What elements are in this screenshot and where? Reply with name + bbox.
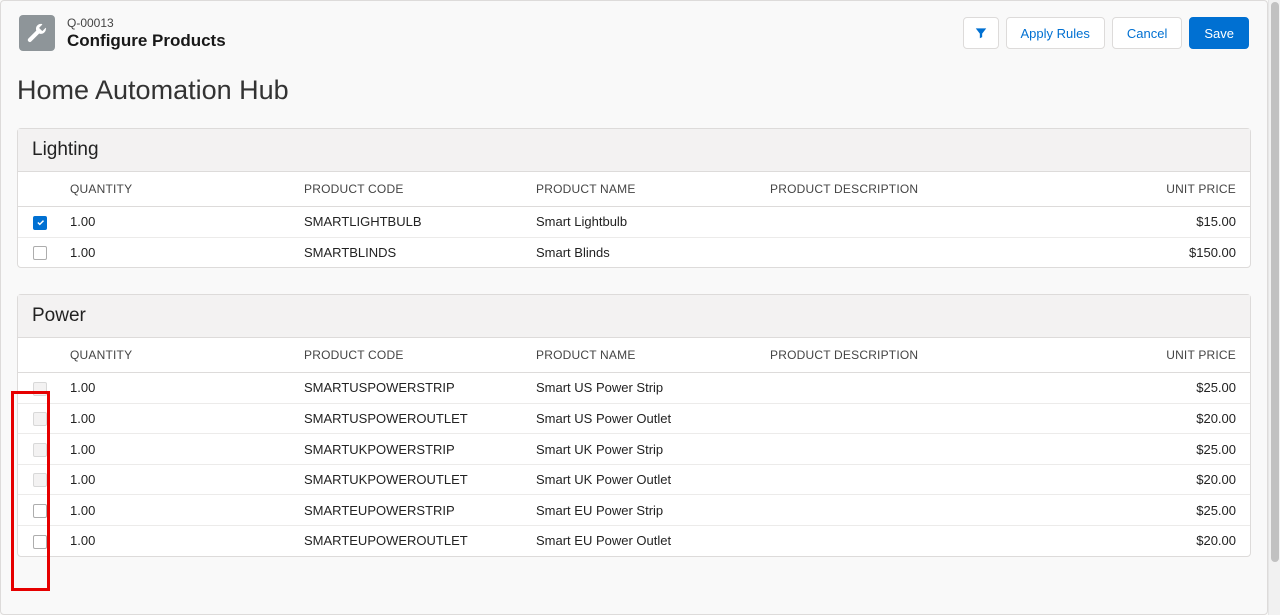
col-header-code: PRODUCT CODE [296, 172, 528, 207]
cell-unit-price: $25.00 [1082, 373, 1250, 404]
row-checkbox[interactable] [33, 216, 47, 230]
cell-product-name: Smart EU Power Strip [528, 495, 762, 526]
scrollbar-thumb[interactable] [1271, 2, 1279, 562]
cell-product-code: SMARTUKPOWERSTRIP [296, 434, 528, 465]
row-checkbox [33, 443, 47, 457]
scrollbar-track[interactable] [1268, 0, 1280, 615]
cell-quantity[interactable]: 1.00 [62, 373, 296, 404]
table-row: 1.00SMARTUKPOWERSTRIPSmart UK Power Stri… [18, 434, 1250, 465]
product-table: QUANTITYPRODUCT CODEPRODUCT NAMEPRODUCT … [18, 172, 1250, 267]
action-bar: Apply Rules Cancel Save [963, 17, 1249, 49]
cell-unit-price: $20.00 [1082, 525, 1250, 555]
table-row: 1.00SMARTBLINDSSmart Blinds $150.00 [18, 237, 1250, 267]
cell-product-name: Smart EU Power Outlet [528, 525, 762, 555]
row-checkbox [33, 412, 47, 426]
cell-product-name: Smart UK Power Outlet [528, 464, 762, 495]
row-checkbox [33, 382, 47, 396]
cell-product-code: SMARTBLINDS [296, 237, 528, 267]
cell-product-desc [762, 434, 1082, 465]
row-checkbox[interactable] [33, 535, 47, 549]
funnel-icon [974, 26, 988, 40]
cell-unit-price: $25.00 [1082, 495, 1250, 526]
cell-product-desc [762, 525, 1082, 555]
cell-product-desc [762, 237, 1082, 267]
cell-quantity[interactable]: 1.00 [62, 403, 296, 434]
col-header-name: PRODUCT NAME [528, 338, 762, 373]
cell-product-name: Smart US Power Strip [528, 373, 762, 404]
cell-product-desc [762, 373, 1082, 404]
cancel-button[interactable]: Cancel [1112, 17, 1182, 49]
cell-product-desc [762, 403, 1082, 434]
filter-button[interactable] [963, 17, 999, 49]
group-header: Power [18, 295, 1250, 338]
product-title: Home Automation Hub [17, 75, 1251, 106]
cell-product-desc [762, 207, 1082, 238]
cell-product-code: SMARTUSPOWERSTRIP [296, 373, 528, 404]
cell-product-code: SMARTEUPOWERSTRIP [296, 495, 528, 526]
save-button[interactable]: Save [1189, 17, 1249, 49]
col-header-code: PRODUCT CODE [296, 338, 528, 373]
cell-unit-price: $20.00 [1082, 403, 1250, 434]
col-header-price: UNIT PRICE [1082, 172, 1250, 207]
wrench-icon [19, 15, 55, 51]
col-header-price: UNIT PRICE [1082, 338, 1250, 373]
table-row: 1.00SMARTEUPOWEROUTLETSmart EU Power Out… [18, 525, 1250, 555]
table-row: 1.00SMARTUSPOWEROUTLETSmart US Power Out… [18, 403, 1250, 434]
cell-unit-price: $150.00 [1082, 237, 1250, 267]
product-table: QUANTITYPRODUCT CODEPRODUCT NAMEPRODUCT … [18, 338, 1250, 555]
product-group: LightingQUANTITYPRODUCT CODEPRODUCT NAME… [17, 128, 1251, 268]
cell-product-code: SMARTUSPOWEROUTLET [296, 403, 528, 434]
cell-product-name: Smart UK Power Strip [528, 434, 762, 465]
cell-unit-price: $15.00 [1082, 207, 1250, 238]
table-row: 1.00SMARTLIGHTBULBSmart Lightbulb $15.00 [18, 207, 1250, 238]
cell-product-desc [762, 464, 1082, 495]
page-title: Configure Products [67, 31, 963, 51]
cell-quantity[interactable]: 1.00 [62, 207, 296, 238]
cell-unit-price: $20.00 [1082, 464, 1250, 495]
cell-product-code: SMARTEUPOWEROUTLET [296, 525, 528, 555]
apply-rules-button[interactable]: Apply Rules [1006, 17, 1105, 49]
cell-quantity[interactable]: 1.00 [62, 237, 296, 267]
col-header-quantity: QUANTITY [62, 172, 296, 207]
row-checkbox [33, 473, 47, 487]
row-checkbox[interactable] [33, 504, 47, 518]
cell-product-desc [762, 495, 1082, 526]
cell-product-name: Smart Lightbulb [528, 207, 762, 238]
cell-product-name: Smart Blinds [528, 237, 762, 267]
cell-product-code: SMARTUKPOWEROUTLET [296, 464, 528, 495]
cell-quantity[interactable]: 1.00 [62, 464, 296, 495]
product-group: PowerQUANTITYPRODUCT CODEPRODUCT NAMEPRO… [17, 294, 1251, 556]
table-row: 1.00SMARTUKPOWEROUTLETSmart UK Power Out… [18, 464, 1250, 495]
cell-quantity[interactable]: 1.00 [62, 495, 296, 526]
quote-id: Q-00013 [67, 16, 963, 30]
cell-quantity[interactable]: 1.00 [62, 525, 296, 555]
table-row: 1.00SMARTUSPOWERSTRIPSmart US Power Stri… [18, 373, 1250, 404]
col-header-desc: PRODUCT DESCRIPTION [762, 338, 1082, 373]
col-header-quantity: QUANTITY [62, 338, 296, 373]
cell-product-code: SMARTLIGHTBULB [296, 207, 528, 238]
cell-unit-price: $25.00 [1082, 434, 1250, 465]
table-row: 1.00SMARTEUPOWERSTRIPSmart EU Power Stri… [18, 495, 1250, 526]
col-header-desc: PRODUCT DESCRIPTION [762, 172, 1082, 207]
group-header: Lighting [18, 129, 1250, 172]
col-header-name: PRODUCT NAME [528, 172, 762, 207]
cell-product-name: Smart US Power Outlet [528, 403, 762, 434]
page-header: Q-00013 Configure Products Apply Rules C… [1, 1, 1267, 69]
cell-quantity[interactable]: 1.00 [62, 434, 296, 465]
row-checkbox[interactable] [33, 246, 47, 260]
